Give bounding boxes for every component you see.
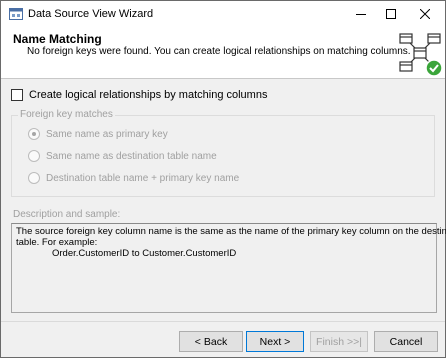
wizard-header: Name Matching No foreign keys were found… [1, 27, 445, 79]
maximize-icon [386, 9, 396, 19]
radio-label: Destination table name + primary key nam… [46, 172, 240, 184]
window-title: Data Source View Wizard [28, 8, 154, 20]
radio-same-name-as-destination-table[interactable]: Same name as destination table name [28, 150, 217, 162]
radio-button[interactable] [28, 128, 40, 140]
wizard-app-icon [9, 7, 23, 21]
finish-button[interactable]: Finish >>| [310, 331, 368, 352]
description-textbox[interactable]: The source foreign key column name is th… [11, 223, 446, 313]
description-line: table. For example: [16, 237, 98, 248]
description-line: The source foreign key column name is th… [16, 226, 446, 237]
foreign-key-matches-group: Foreign key matches Same name as primary… [11, 109, 435, 197]
next-button[interactable]: Next > [246, 331, 304, 352]
create-relationships-option[interactable]: Create logical relationships by matching… [11, 89, 267, 101]
description-example: Order.CustomerID to Customer.CustomerID [52, 248, 237, 259]
create-relationships-label: Create logical relationships by matching… [29, 89, 268, 101]
radio-label: Same name as primary key [46, 128, 168, 140]
wizard-window: Data Source View Wizard Name Matching No… [0, 0, 446, 358]
title-bar: Data Source View Wizard [1, 1, 445, 27]
cancel-button[interactable]: Cancel [374, 331, 438, 352]
back-button[interactable]: < Back [179, 331, 243, 352]
radio-button[interactable] [28, 150, 40, 162]
radio-button[interactable] [28, 172, 40, 184]
description-label: Description and sample: [13, 209, 121, 220]
check-badge-icon [425, 59, 443, 77]
page-title: Name Matching [13, 32, 102, 46]
close-button[interactable] [407, 1, 443, 27]
radio-destination-table-plus-primary-key[interactable]: Destination table name + primary key nam… [28, 172, 239, 184]
minimize-icon [356, 14, 366, 15]
create-relationships-checkbox[interactable] [11, 89, 23, 101]
footer-divider [1, 321, 445, 322]
foreign-key-matches-legend: Foreign key matches [18, 109, 115, 120]
radio-label: Same name as destination table name [46, 150, 217, 162]
close-icon [420, 9, 430, 19]
maximize-button[interactable] [373, 1, 409, 27]
radio-same-name-as-primary-key[interactable]: Same name as primary key [28, 128, 168, 140]
data-source-view-graph-icon [397, 31, 443, 77]
page-subtitle: No foreign keys were found. You can crea… [27, 46, 411, 57]
